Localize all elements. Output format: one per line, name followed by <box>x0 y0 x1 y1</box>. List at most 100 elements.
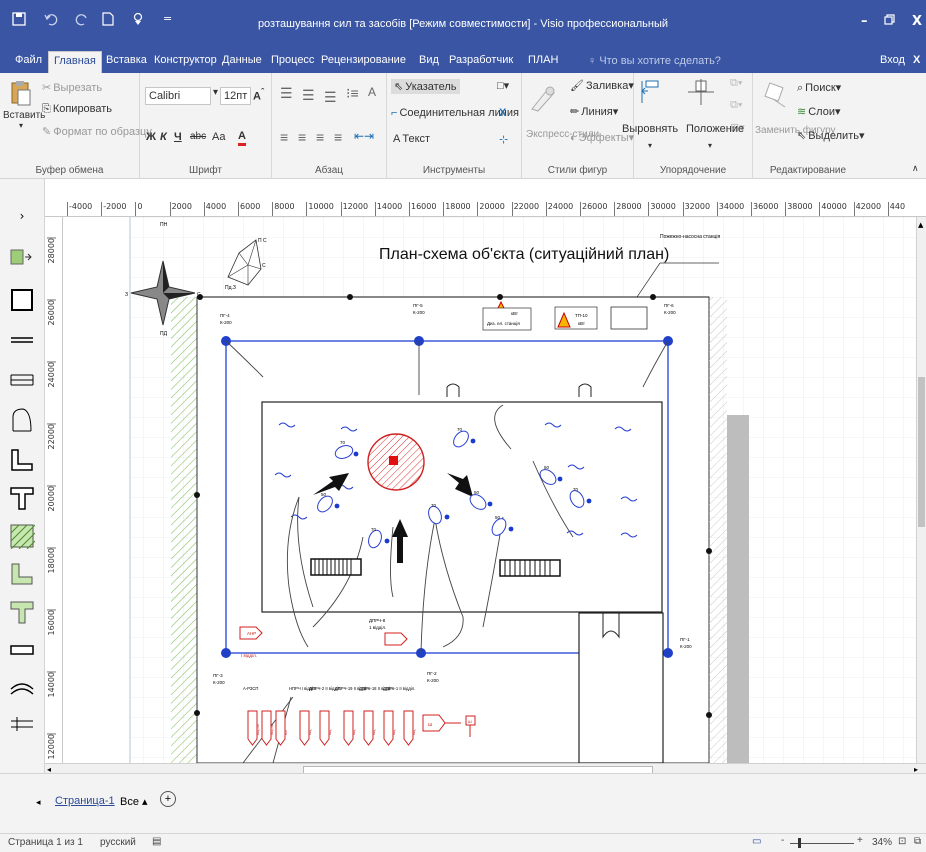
collapse-ribbon-icon[interactable]: ∧ <box>912 163 919 174</box>
pump-unit-right <box>499 559 561 577</box>
underline-button[interactable]: Ч <box>174 131 182 143</box>
bullets-icon[interactable]: ⁝≡ <box>346 85 359 102</box>
page-nav-icon[interactable]: ◂ <box>36 797 41 808</box>
macro-icon[interactable]: ▤ <box>152 836 161 847</box>
hatched-l-shape-icon[interactable] <box>9 561 35 587</box>
find-button[interactable]: ⌕ Поиск▾ <box>797 81 841 95</box>
restore-button[interactable] <box>884 14 895 28</box>
ruler-horizontal: -4000 -2000 0 2000 4000 6000 8000 10000 12000 140… <box>45 199 926 217</box>
align-dropdown-icon[interactable]: ▾ <box>648 141 652 150</box>
wall-square-shape-icon[interactable] <box>9 287 35 313</box>
share-button[interactable]: X <box>908 51 925 73</box>
font-name-select[interactable]: Calibri <box>145 87 211 105</box>
find-icon: ⌕ <box>797 82 804 94</box>
connection-point-icon[interactable]: ⊹ <box>499 133 508 146</box>
compass-south: ПД <box>160 331 168 337</box>
zoom-out-button[interactable]: - <box>781 835 784 846</box>
add-page-button[interactable]: + <box>160 791 176 807</box>
scroll-up-icon[interactable]: ▲ <box>918 221 923 229</box>
hatched-area-shape-icon[interactable] <box>9 523 36 550</box>
zoom-slider-thumb[interactable] <box>798 838 801 848</box>
tab-data[interactable]: Данные <box>217 51 267 73</box>
quick-styles-button[interactable] <box>528 83 558 116</box>
pointer-tool-button[interactable]: ⇖ Указатель <box>391 79 460 94</box>
bold-button[interactable]: Ж <box>146 131 156 143</box>
zoom-in-button[interactable]: + <box>857 835 863 846</box>
tab-review[interactable]: Рецензирование <box>316 51 411 73</box>
drawing-canvas[interactable]: ПН ПД С З П С С Пд.З План-схема об'єкта … <box>63 217 916 763</box>
arc-shape-icon[interactable] <box>9 675 35 701</box>
wall-line-shape-icon[interactable] <box>9 327 35 353</box>
copy-button[interactable]: ⎘ Копировать <box>42 103 112 116</box>
position-button[interactable]: Положение <box>686 123 744 135</box>
vertical-scrollbar[interactable]: ▲ <box>916 217 926 763</box>
l-wall-shape-icon[interactable] <box>9 447 35 473</box>
layers-button[interactable]: ≋ Слои▾ <box>797 105 841 118</box>
hydrant-pg4-id: ПГ-4 <box>220 313 230 318</box>
page-tab-1[interactable]: Страница-1 <box>55 795 115 807</box>
paste-button[interactable]: Вставить ▾ <box>3 79 45 130</box>
expand-shapes-icon[interactable]: › <box>9 209 35 227</box>
close-button[interactable]: X <box>912 14 922 29</box>
align-right-icon[interactable]: ≡ <box>316 129 324 145</box>
presentation-mode-icon[interactable]: ▭ <box>752 836 761 847</box>
text-direction-icon[interactable]: A <box>368 85 376 99</box>
minimize-button[interactable]: – <box>861 14 868 29</box>
stencil-icon[interactable] <box>9 247 35 273</box>
drawing-svg[interactable]: ПН ПД С З П С С Пд.З План-схема об'єкта … <box>63 217 916 763</box>
tab-insert[interactable]: Вставка <box>101 51 152 73</box>
signin-link[interactable]: Вход <box>875 51 910 73</box>
switch-windows-icon[interactable]: ⧉ <box>914 836 921 847</box>
position-dropdown-icon[interactable]: ▾ <box>708 141 712 150</box>
format-painter-button[interactable]: ✎ Формат по образцу <box>42 125 152 138</box>
align-button[interactable]: Выровнять <box>622 123 678 135</box>
grow-font-button[interactable]: Aˆ <box>253 87 264 103</box>
text-tool-button[interactable]: A Текст <box>393 133 430 145</box>
tab-design[interactable]: Конструктор <box>149 51 222 73</box>
align-bottom-icon[interactable]: ☰ <box>324 89 337 106</box>
tab-process[interactable]: Процесс <box>266 51 319 73</box>
change-shape-icon[interactable] <box>763 81 789 114</box>
rectangle-tool-icon[interactable]: □▾ <box>497 79 509 92</box>
strikethrough-button[interactable]: abc <box>190 131 206 142</box>
align-left-icon[interactable]: ≡ <box>280 129 288 145</box>
t-wall-shape-icon[interactable] <box>9 485 35 511</box>
send-backward-icon[interactable]: ⧉▾ <box>730 99 742 112</box>
tab-home[interactable]: Главная <box>48 51 102 73</box>
indent-icon[interactable]: ⇤⇥ <box>354 129 374 143</box>
thick-wall-shape-icon[interactable] <box>9 637 35 663</box>
tab-plan[interactable]: ПЛАН <box>523 51 563 73</box>
fill-button[interactable]: 🖌 Заливка▾ <box>570 79 634 92</box>
reserve-truck-label: АЦ <box>412 729 416 735</box>
tab-developer[interactable]: Разработчик <box>444 51 518 73</box>
tab-file[interactable]: Файл <box>10 51 47 73</box>
change-case-button[interactable]: Aa <box>212 131 225 143</box>
substation: ТП-10 кВт <box>554 306 598 330</box>
font-size-select[interactable]: 12пт <box>220 87 252 105</box>
select-button[interactable]: ⇖ Выделить▾ <box>797 129 865 142</box>
align-top-icon[interactable]: ☰ <box>280 85 293 102</box>
bring-forward-icon[interactable]: ⧉▾ <box>730 77 742 90</box>
ruler-top-tick: 40000 <box>819 202 847 216</box>
window-shape-icon[interactable] <box>9 367 35 393</box>
line-button[interactable]: ✏ Линия▾ <box>570 105 618 118</box>
language-indicator: русский <box>100 837 136 848</box>
close-x-tool-icon[interactable]: X <box>499 107 506 119</box>
door-shape-icon[interactable] <box>9 407 35 433</box>
all-pages-button[interactable]: Все ▴ <box>120 795 148 808</box>
font-name-dropdown[interactable]: ▾ <box>213 87 218 98</box>
tell-me-box[interactable]: ♀ Что вы хотите сделать? <box>588 55 721 67</box>
cut-button[interactable]: ✂ Вырезать <box>42 81 102 94</box>
reserve-truck <box>343 710 354 746</box>
italic-button[interactable]: К <box>160 131 167 143</box>
align-middle-icon[interactable]: ☰ <box>302 87 315 104</box>
align-center-icon[interactable]: ≡ <box>298 129 306 145</box>
vertical-scroll-thumb[interactable] <box>918 377 925 527</box>
justify-icon[interactable]: ≡ <box>334 129 342 145</box>
hatched-t-shape-icon[interactable] <box>9 599 35 625</box>
fit-page-icon[interactable]: ⊡ <box>898 836 906 847</box>
font-color-button[interactable]: А <box>238 129 246 146</box>
tab-view[interactable]: Вид <box>414 51 444 73</box>
opening-shape-icon[interactable] <box>9 711 35 737</box>
zoom-level[interactable]: 34% <box>872 837 892 848</box>
